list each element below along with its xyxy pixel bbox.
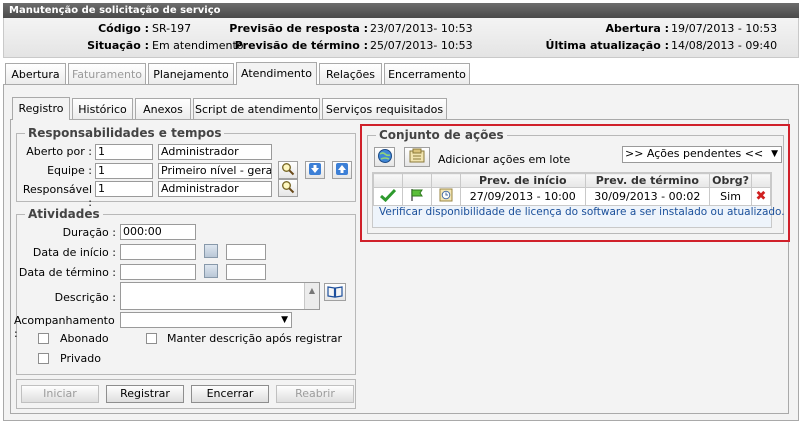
duracao-label: Duração : [62,226,116,239]
data-termino-input[interactable] [120,264,196,280]
tab-planejamento[interactable]: Planejamento [148,63,234,84]
manter-descricao-checkbox[interactable] [146,333,157,344]
privado-label: Privado [60,352,101,365]
hora-inicio-input[interactable] [226,244,266,260]
situacao-label: Situação : [87,39,149,52]
calendar-icon[interactable] [204,244,218,258]
duracao-input[interactable]: 000:00 [120,224,196,240]
aberto-por-name-input[interactable]: Administrador [158,144,272,160]
prev-resposta-value: 23/07/2013- 10:53 [370,22,473,35]
tab-registro[interactable]: Registro [12,97,70,120]
acoes-grid: Prev. de início Prev. de término Obrg? 2… [372,172,785,228]
acoes-table: Prev. de início Prev. de término Obrg? 2… [373,173,771,206]
descricao-label: Descrição : [54,291,116,304]
tab-abertura[interactable]: Abertura [5,63,66,84]
iniciar-button[interactable]: Iniciar [21,385,99,403]
ultima-atualizacao-label: Última atualização : [545,39,669,52]
descricao-textarea[interactable]: ▲ [120,282,320,310]
chevron-down-icon: ▼ [771,149,778,159]
row-prev-inicio: 27/09/2013 - 10:00 [460,187,586,206]
col-prev-inicio[interactable]: Prev. de início [460,173,586,188]
responsavel-name-input[interactable]: Administrador [158,181,272,197]
magnifier-icon [282,163,295,176]
row-prev-termino: 30/09/2013 - 00:02 [584,187,711,206]
data-inicio-label: Data de início : [32,246,116,259]
flag-icon[interactable] [409,188,425,202]
abertura-label: Abertura : [605,22,669,35]
arrow-down-icon [309,163,321,175]
codigo-label: Código : [98,22,149,35]
data-termino-label: Data de término : [18,266,116,279]
tab-faturamento[interactable]: Faturamento [68,63,146,84]
tab-historico[interactable]: Histórico [72,98,133,119]
book-icon [327,286,343,298]
col-prev-termino[interactable]: Prev. de término [584,173,711,188]
lote-label: Adicionar ações em lote [438,153,571,166]
row-obrg: Sim [709,187,752,206]
acoes-globe-button[interactable] [374,147,395,167]
equipe-id-input[interactable]: 1 [95,163,153,179]
chevron-down-icon: ▼ [281,315,288,325]
aberto-por-label: Aberto por : [26,145,92,158]
abonado-checkbox[interactable] [38,333,49,344]
data-inicio-input[interactable] [120,244,196,260]
tab-servicos-requisitados[interactable]: Serviços requisitados [322,98,447,119]
codigo-value: SR-197 [152,22,192,35]
abonado-label: Abonado [60,332,109,345]
acao-description-link[interactable]: Verificar disponibilidade de licença do … [379,206,785,218]
lote-button[interactable] [404,147,430,167]
window-title: Manutenção de solicitação de serviço [3,3,799,18]
registrar-button[interactable]: Registrar [106,385,184,403]
responsavel-search-button[interactable] [278,179,298,197]
aberto-por-id-input[interactable]: 1 [95,144,153,160]
info-panel: Código : SR-197 Situação : Em atendiment… [3,18,799,58]
privado-checkbox[interactable] [38,353,49,364]
tab-atendimento[interactable]: Atendimento [236,62,317,85]
encerrar-button[interactable]: Encerrar [191,385,269,403]
calendar-icon[interactable] [204,264,218,278]
arrow-up-icon [336,163,348,175]
acoes-legend: Conjunto de ações [379,128,504,142]
clock-icon[interactable] [439,188,453,202]
textarea-scrollbar[interactable]: ▲ [304,283,319,309]
checkmark-icon[interactable] [380,188,397,203]
globe-icon [377,149,392,163]
acoes-filter-value: >> Ações pendentes << [625,147,764,160]
resp-legend: Responsabilidades e tempos [28,126,222,140]
tab-anexos[interactable]: Anexos [135,98,191,119]
acompanhamento-select[interactable]: ▼ [120,312,292,328]
acoes-filter-select[interactable]: >> Ações pendentes << ▼ [622,146,782,163]
reabrir-button[interactable]: Reabrir [276,385,354,403]
equipe-name-input[interactable]: Primeiro nível - geral [158,163,272,179]
prev-termino-label: Previsão de término : [234,39,368,52]
responsavel-id-input[interactable]: 1 [95,181,153,197]
tab-script-atendimento[interactable]: Script de atendimento [193,98,320,119]
move-up-button[interactable] [332,161,352,179]
atividades-legend: Atividades [28,207,100,221]
abertura-value: 19/07/2013 - 10:53 [671,22,778,35]
prev-resposta-label: Previsão de resposta : [229,22,368,35]
ultima-atualizacao-value: 14/08/2013 - 09:40 [671,39,778,52]
delete-icon[interactable]: ✖ [751,187,771,206]
magnifier-icon [282,181,295,194]
tab-relacoes[interactable]: Relações [319,63,382,84]
descricao-book-button[interactable] [324,283,346,301]
manter-descricao-label: Manter descrição após registrar [167,332,343,345]
move-down-button[interactable] [305,161,325,179]
responsavel-label: Responsável : [22,183,92,209]
tab-encerramento[interactable]: Encerramento [384,63,470,84]
equipe-label: Equipe : [47,164,92,177]
table-row[interactable]: 27/09/2013 - 10:00 30/09/2013 - 00:02 Si… [373,187,771,206]
col-obrg[interactable]: Obrg? [709,173,752,188]
batch-add-icon [409,148,425,163]
prev-termino-value: 25/07/2013- 10:53 [370,39,473,52]
equipe-search-button[interactable] [278,161,298,179]
hora-termino-input[interactable] [226,264,266,280]
